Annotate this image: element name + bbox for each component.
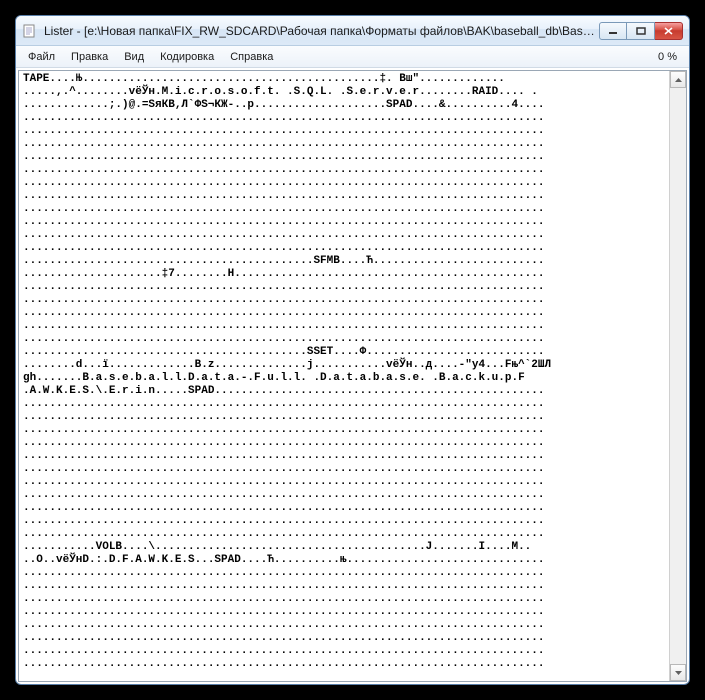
scroll-up-button[interactable] — [670, 71, 686, 88]
maximize-button[interactable] — [627, 22, 655, 40]
file-text-content[interactable]: ТАРЕ....Њ...............................… — [19, 71, 669, 681]
minimize-button[interactable] — [599, 22, 627, 40]
content-area: ТАРЕ....Њ...............................… — [18, 70, 687, 682]
menu-file[interactable]: Файл — [20, 49, 63, 65]
titlebar[interactable]: Lister - [e:\Новая папка\FIX_RW_SDCARD\Р… — [16, 16, 689, 46]
app-icon — [22, 23, 38, 39]
status-percent: 0 % — [658, 51, 685, 63]
menu-help[interactable]: Справка — [222, 49, 281, 65]
menu-view[interactable]: Вид — [116, 49, 152, 65]
scroll-track[interactable] — [670, 88, 686, 664]
lister-window: Lister - [e:\Новая папка\FIX_RW_SDCARD\Р… — [15, 15, 690, 685]
vertical-scrollbar[interactable] — [669, 71, 686, 681]
menu-edit[interactable]: Правка — [63, 49, 116, 65]
menubar: Файл Правка Вид Кодировка Справка 0 % — [16, 46, 689, 68]
close-button[interactable] — [655, 22, 683, 40]
scroll-down-button[interactable] — [670, 664, 686, 681]
window-controls — [599, 22, 683, 40]
window-title: Lister - [e:\Новая папка\FIX_RW_SDCARD\Р… — [44, 24, 599, 38]
menu-encoding[interactable]: Кодировка — [152, 49, 222, 65]
